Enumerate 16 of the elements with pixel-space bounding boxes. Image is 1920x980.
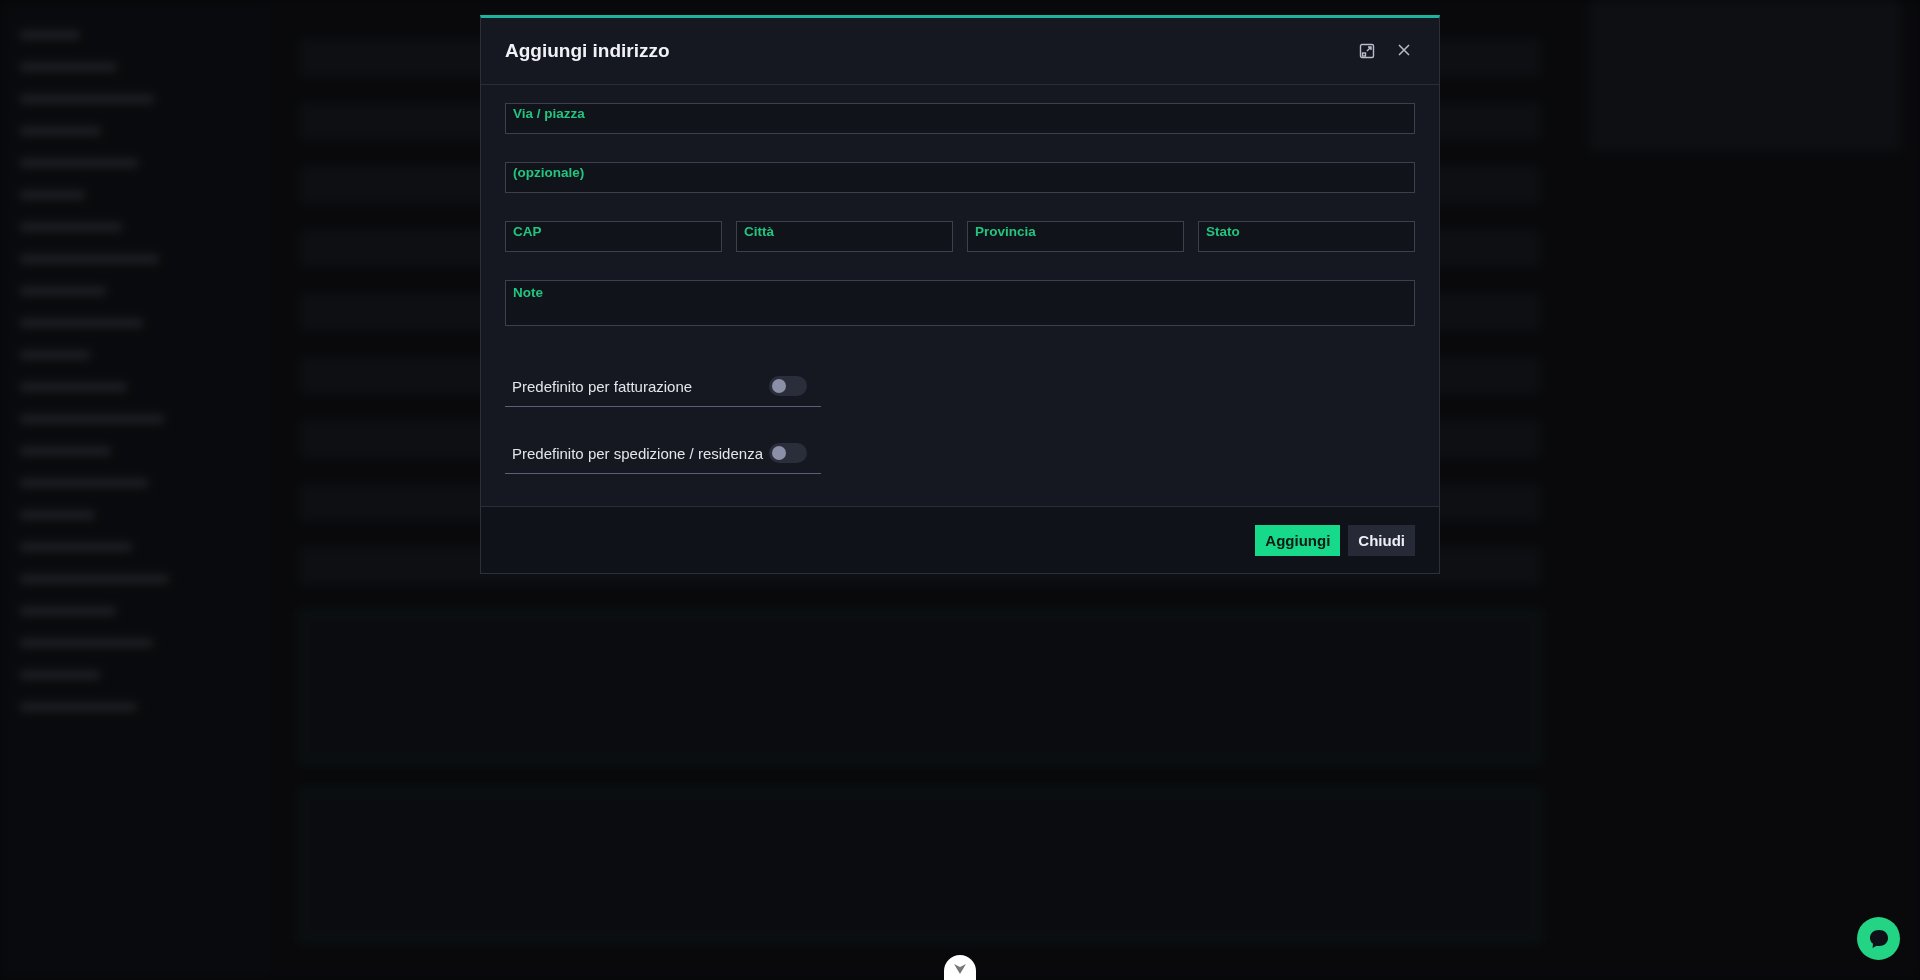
input-field[interactable]: Via / piazza	[505, 103, 1415, 134]
notes-field[interactable]: Note	[505, 280, 1415, 326]
toggle-switch[interactable]	[769, 376, 807, 396]
chat-bubble-icon	[1867, 927, 1890, 950]
dialog-title: Aggiungi indirizzo	[505, 40, 670, 62]
add-button[interactable]: Aggiungi	[1255, 524, 1341, 556]
toggle-label: Predefinito per spedizione / residenza	[512, 444, 763, 462]
input-field[interactable]: CAP	[505, 221, 722, 252]
input-field[interactable]: (opzionale)	[505, 162, 1415, 193]
input-field[interactable]: Città	[736, 221, 953, 252]
toggle-label: Predefinito per fatturazione	[512, 377, 693, 395]
chevron-down-icon	[953, 963, 967, 975]
input-field[interactable]: Provincia	[967, 221, 1184, 252]
toggle-switch[interactable]	[769, 443, 807, 463]
input-field[interactable]: Stato	[1198, 221, 1415, 252]
close-button[interactable]: Chiudi	[1348, 524, 1415, 556]
